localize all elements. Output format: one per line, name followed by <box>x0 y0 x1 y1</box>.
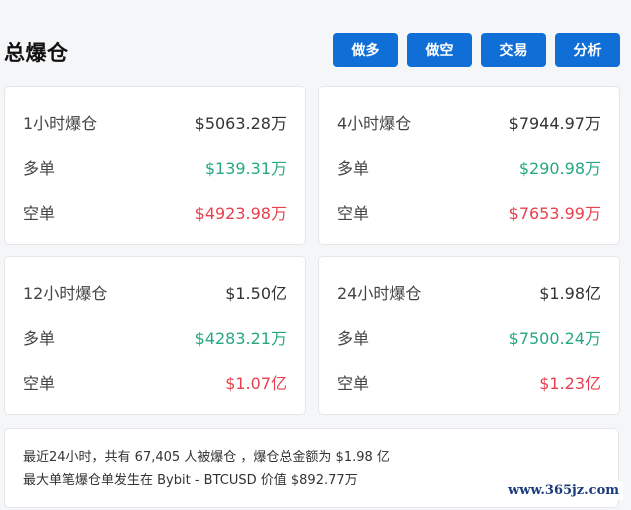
period-label: 1小时爆仓 <box>23 114 98 133</box>
short-value: $1.23亿 <box>539 374 601 393</box>
period-label: 4小时爆仓 <box>337 114 412 133</box>
short-label: 空单 <box>23 374 56 393</box>
short-value: $4923.98万 <box>194 204 287 223</box>
long-row: 多单 $139.31万 <box>23 155 287 179</box>
total-value: $1.98亿 <box>539 284 601 303</box>
liquidation-card-24h: 24小时爆仓 $1.98亿 多单 $7500.24万 空单 $1.23亿 <box>318 256 620 415</box>
long-label: 多单 <box>337 159 370 178</box>
short-value: $1.07亿 <box>225 374 287 393</box>
total-value: $1.50亿 <box>225 284 287 303</box>
long-value: $7500.24万 <box>508 329 601 348</box>
total-row: 24小时爆仓 $1.98亿 <box>337 280 601 304</box>
short-row: 空单 $1.07亿 <box>23 370 287 394</box>
long-row: 多单 $4283.21万 <box>23 325 287 349</box>
watermark: www.365jz.com <box>504 481 623 500</box>
long-label: 多单 <box>23 159 56 178</box>
trade-button[interactable]: 交易 <box>481 33 546 67</box>
long-row: 多单 $7500.24万 <box>337 325 601 349</box>
long-value: $290.98万 <box>518 159 601 178</box>
short-label: 空单 <box>337 204 370 223</box>
action-buttons: 做多 做空 交易 分析 <box>333 33 620 67</box>
period-label: 12小时爆仓 <box>23 284 108 303</box>
total-row: 1小时爆仓 $5063.28万 <box>23 110 287 134</box>
short-label: 空单 <box>337 374 370 393</box>
total-row: 12小时爆仓 $1.50亿 <box>23 280 287 304</box>
total-row: 4小时爆仓 $7944.97万 <box>337 110 601 134</box>
summary-line-1: 最近24小时，共有 67,405 人被爆仓 ，爆仓总金额为 $1.98 亿 <box>23 450 390 465</box>
long-label: 多单 <box>337 329 370 348</box>
page-title: 总爆仓 <box>4 41 69 65</box>
liquidation-card-4h: 4小时爆仓 $7944.97万 多单 $290.98万 空单 $7653.99万 <box>318 86 620 245</box>
period-label: 24小时爆仓 <box>337 284 422 303</box>
long-value: $139.31万 <box>204 159 287 178</box>
short-row: 空单 $7653.99万 <box>337 200 601 224</box>
header: 总爆仓 做多 做空 交易 分析 <box>0 0 631 100</box>
short-value: $7653.99万 <box>508 204 601 223</box>
go-short-button[interactable]: 做空 <box>407 33 472 67</box>
total-value: $5063.28万 <box>194 114 287 133</box>
go-long-button[interactable]: 做多 <box>333 33 398 67</box>
long-row: 多单 $290.98万 <box>337 155 601 179</box>
long-label: 多单 <box>23 329 56 348</box>
long-value: $4283.21万 <box>194 329 287 348</box>
short-label: 空单 <box>23 204 56 223</box>
liquidation-card-12h: 12小时爆仓 $1.50亿 多单 $4283.21万 空单 $1.07亿 <box>4 256 306 415</box>
short-row: 空单 $4923.98万 <box>23 200 287 224</box>
analysis-button[interactable]: 分析 <box>555 33 620 67</box>
short-row: 空单 $1.23亿 <box>337 370 601 394</box>
total-value: $7944.97万 <box>508 114 601 133</box>
liquidation-card-1h: 1小时爆仓 $5063.28万 多单 $139.31万 空单 $4923.98万 <box>4 86 306 245</box>
